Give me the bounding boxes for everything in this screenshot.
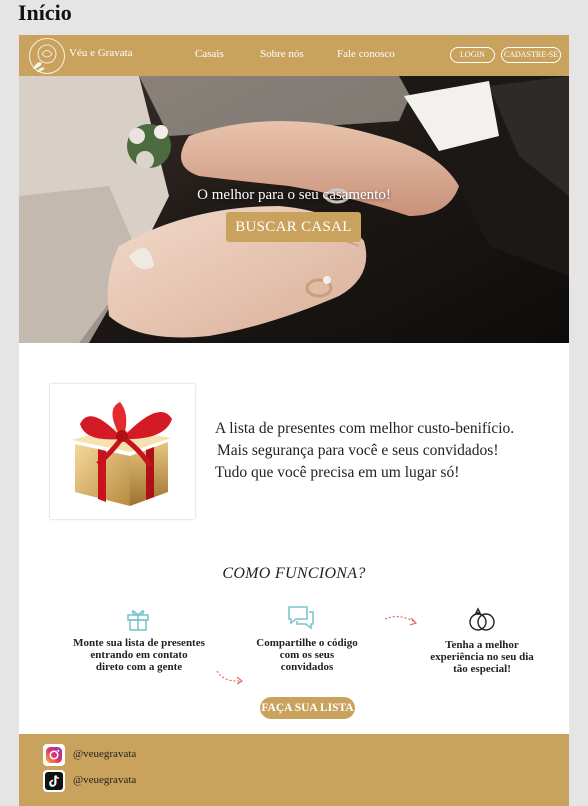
step-3-line-1: Tenha a melhor (445, 639, 519, 651)
gift-image (50, 384, 195, 519)
instagram-handle[interactable]: @veuegravata (73, 748, 136, 760)
nav-sobre-nos[interactable]: Sobre nós (260, 48, 304, 60)
promo-line-3: Tudo que você precisa em um lugar só! (215, 464, 460, 481)
step-1-text: Monte sua lista de presentes entrando em… (69, 637, 209, 673)
promo-text: A lista de presentes com melhor custo-be… (215, 418, 514, 484)
step-1-line-1: Monte sua lista de presentes (73, 637, 205, 649)
footer: @veuegravata @veuegravata (19, 734, 569, 806)
promo-line-2: Mais segurança para você e seus convidad… (217, 442, 499, 459)
chat-icon (287, 604, 315, 637)
step-2-text: Compartilhe o código com os seus convida… (237, 637, 377, 673)
step-2-line-2: com os seus (279, 649, 335, 661)
gift-icon (125, 605, 151, 636)
nav-fale-conosco[interactable]: Fale conosco (337, 48, 395, 60)
page-title: Início (18, 0, 72, 25)
rings-icon (468, 607, 496, 638)
brand-name[interactable]: Véu e Gravata (69, 47, 133, 59)
instagram-icon[interactable] (43, 744, 65, 766)
curved-arrow-icon (215, 668, 245, 693)
step-2-line-1: Compartilhe o código (256, 637, 358, 649)
tiktok-handle[interactable]: @veuegravata (73, 774, 136, 786)
step-1-line-2: entrando em contato (90, 649, 188, 661)
search-couple-button[interactable]: BUSCAR CASAL (226, 212, 361, 242)
nav-casais[interactable]: Casais (195, 48, 224, 60)
step-3-line-3: tão especial! (453, 663, 511, 675)
hero-title: O melhor para o seu casamento! (197, 187, 391, 203)
step-3-text: Tenha a melhor experiência no seu dia tã… (412, 639, 552, 675)
top-nav-bar: Véu e Gravata Casais Sobre nós Fale cono… (19, 35, 569, 76)
curved-arrow-icon (383, 613, 419, 634)
promo-line-1: A lista de presentes com melhor custo-be… (215, 420, 515, 437)
tiktok-icon[interactable] (43, 770, 65, 792)
hero-banner: O melhor para o seu casamento! BUSCAR CA… (19, 76, 569, 343)
step-3-line-2: experiência no seu dia (430, 651, 534, 663)
how-it-works-title: COMO FUNCIONA? (222, 565, 366, 582)
login-button[interactable]: LOGIN (450, 47, 495, 63)
step-1-line-3: direto com a gente (95, 661, 183, 673)
logo-icon[interactable] (29, 38, 65, 74)
mockup-frame: Véu e Gravata Casais Sobre nós Fale cono… (19, 35, 569, 806)
signup-button[interactable]: CADASTRE-SE (501, 47, 561, 63)
make-list-button[interactable]: FAÇA SUA LISTA (260, 697, 355, 719)
hero-image (19, 76, 569, 343)
step-2-line-3: convidados (280, 661, 334, 673)
